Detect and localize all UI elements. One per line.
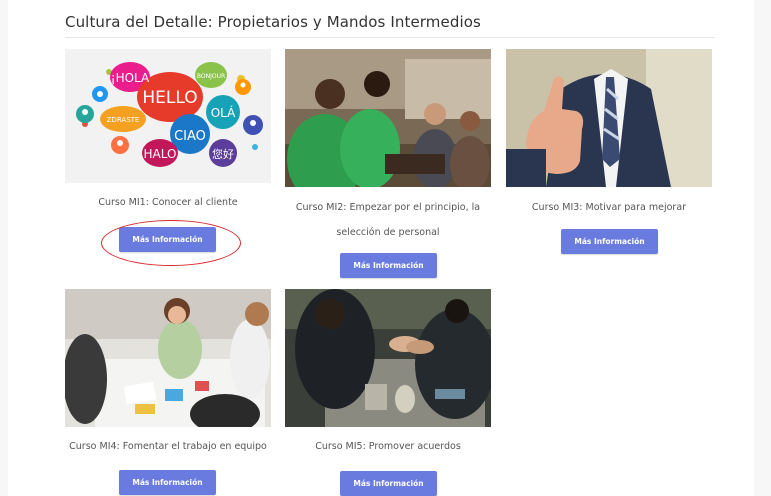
course-1-title: Curso MI1: Conocer al cliente bbox=[98, 197, 238, 208]
bubble-word: BONJOUR bbox=[197, 73, 225, 80]
course-1-image[interactable]: ¡HOLA HELLO CIAO HALO OLÁ BONJOUR ZDRAST… bbox=[65, 49, 271, 183]
course-2-more-info-button[interactable]: Más Información bbox=[340, 253, 437, 278]
section-title: Cultura del Detalle: Propietarios y Mand… bbox=[65, 13, 481, 31]
course-5-image[interactable] bbox=[285, 289, 491, 427]
bubble-word: OLÁ bbox=[211, 105, 236, 120]
team-photo bbox=[285, 49, 491, 187]
meeting-photo bbox=[65, 289, 271, 427]
bubble-word: ¡HOLA bbox=[111, 71, 150, 85]
course-4-more-info-button[interactable]: Más Información bbox=[119, 470, 216, 495]
bubble-word: ZDRASTE bbox=[107, 116, 140, 124]
course-3-more-info-button[interactable]: Más Información bbox=[561, 229, 658, 254]
course-5-title: Curso MI5: Promover acuerdos bbox=[315, 441, 461, 452]
bubble-word: CIAO bbox=[174, 129, 206, 144]
title-divider bbox=[65, 37, 715, 38]
course-5-more-info-button[interactable]: Más Información bbox=[340, 471, 437, 496]
course-2-title: Curso MI2: Empezar por el principio, la … bbox=[295, 202, 481, 238]
bubble-word: HALO bbox=[144, 147, 177, 161]
course-page: Cultura del Detalle: Propietarios y Mand… bbox=[8, 0, 754, 496]
thumbs-up-photo bbox=[506, 49, 712, 187]
course-3-title: Curso MI3: Motivar para mejorar bbox=[531, 202, 687, 213]
course-3-image[interactable] bbox=[506, 49, 712, 187]
course-2-image[interactable] bbox=[285, 49, 491, 187]
course-4-title: Curso MI4: Fomentar el trabajo en equipo bbox=[69, 441, 267, 452]
course-4-image[interactable] bbox=[65, 289, 271, 427]
speech-bubbles-illustration: ¡HOLA HELLO CIAO HALO OLÁ BONJOUR ZDRAST… bbox=[65, 49, 271, 183]
handshake-photo bbox=[285, 289, 491, 427]
bubble-word: HELLO bbox=[142, 88, 197, 108]
course-1-more-info-button[interactable]: Más Información bbox=[119, 227, 216, 252]
bubble-word: 您好 bbox=[212, 147, 234, 161]
